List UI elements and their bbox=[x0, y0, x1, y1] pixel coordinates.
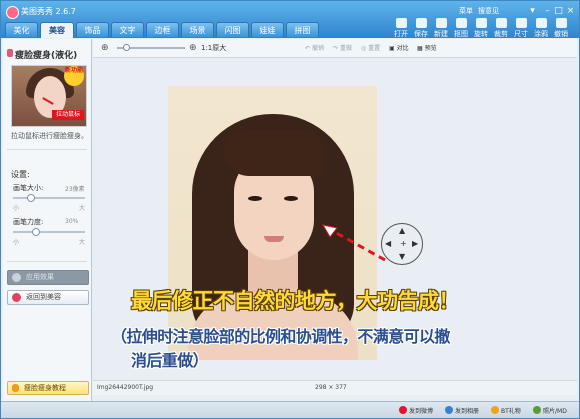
photo-icon bbox=[533, 406, 541, 414]
resize-tool[interactable]: 尺寸 bbox=[511, 18, 531, 39]
folder-icon bbox=[395, 18, 407, 28]
bt-gift-link[interactable]: BT礼物 bbox=[491, 406, 521, 415]
tutorial-subhead-line2: 消后重做） bbox=[131, 351, 209, 370]
back-to-beauty-button[interactable]: 返回到美容 bbox=[7, 290, 89, 305]
redo-button[interactable]: ↷ 重做 bbox=[333, 43, 352, 52]
close-icon[interactable]: × bbox=[564, 5, 577, 17]
brush-strength-slider[interactable] bbox=[13, 228, 85, 236]
share-album-link[interactable]: 发到相册 bbox=[445, 406, 479, 415]
tutorial-button[interactable]: 瘦脸瘦身教程 bbox=[7, 381, 89, 395]
menu-link[interactable]: 菜单 bbox=[459, 6, 473, 16]
title-bar: 美图秀秀 2.6.7 菜单 搜意见 ▾ – □ × 美化 美容 饰品 文字 边框… bbox=[1, 1, 579, 38]
open-tool[interactable]: 打开 bbox=[391, 18, 411, 39]
move-cursor-icon: ▲ ▼ ◀ ▶ + bbox=[381, 223, 423, 265]
album-icon bbox=[445, 406, 453, 414]
brush-strength-min: 小 bbox=[13, 239, 20, 246]
save-icon bbox=[415, 18, 427, 28]
tab-dolls[interactable]: 娃娃 bbox=[251, 22, 284, 37]
brush-size-max: 大 bbox=[79, 205, 86, 212]
gift-icon bbox=[491, 406, 499, 414]
skin-icon[interactable]: ▾ bbox=[526, 5, 539, 17]
canvas-toolbar: ⊕ ⊕ 1:1原大 ↶ 撤销 ↷ 重做 ◎ 重置 ▣ 对比 ▦ 预览 bbox=[93, 39, 577, 58]
back-icon bbox=[12, 293, 21, 302]
undo-tool[interactable]: 撤销 bbox=[551, 18, 571, 39]
reset-button[interactable]: ◎ 重置 bbox=[361, 43, 380, 52]
zoom-in-icon[interactable]: ⊕ bbox=[189, 43, 197, 53]
preview-thumbnail: 新功能 拉动鼠标 bbox=[11, 65, 87, 127]
new-icon bbox=[435, 18, 447, 28]
doodle-tool[interactable]: 涂鸦 bbox=[531, 18, 551, 39]
tab-collage[interactable]: 拼图 bbox=[286, 22, 319, 37]
image-info-bar: Img26442900T.jpg 298 × 377 bbox=[93, 380, 577, 395]
zoom-level[interactable]: 1:1原大 bbox=[201, 43, 226, 53]
file-name: Img26442900T.jpg bbox=[97, 384, 154, 391]
brush-strength-max: 大 bbox=[79, 239, 86, 246]
cutout-icon bbox=[455, 18, 467, 28]
apply-effect-button[interactable]: 应用效果 bbox=[7, 270, 89, 285]
tab-beautify[interactable]: 美化 bbox=[5, 22, 38, 37]
brush-size-knob[interactable] bbox=[27, 194, 35, 202]
cutout-tool[interactable]: 抠图 bbox=[451, 18, 471, 39]
photo-md-link[interactable]: 照片/MD bbox=[533, 406, 567, 415]
crop-icon bbox=[495, 18, 507, 28]
zoom-knob[interactable] bbox=[123, 44, 130, 51]
brush-icon bbox=[535, 18, 547, 28]
brush-strength-value: 30% bbox=[65, 218, 79, 225]
brush-size-min: 小 bbox=[13, 205, 20, 212]
feedback-link[interactable]: 搜意见 bbox=[478, 6, 499, 16]
lightbulb-icon bbox=[12, 384, 19, 392]
brush-strength-knob[interactable] bbox=[32, 228, 40, 236]
status-bar: 发到微博 发到相册 BT礼物 照片/MD bbox=[1, 401, 579, 418]
rotate-tool[interactable]: 旋转 bbox=[471, 18, 491, 39]
apply-icon bbox=[12, 273, 21, 282]
app-title: 美图秀秀 2.6.7 bbox=[21, 7, 76, 16]
image-dimensions: 298 × 377 bbox=[315, 384, 347, 391]
undo-button[interactable]: ↶ 撤销 bbox=[305, 43, 324, 52]
ruler-icon bbox=[515, 18, 527, 28]
tab-flash[interactable]: 闪图 bbox=[216, 22, 249, 37]
divider bbox=[7, 261, 87, 262]
brush-strength-label: 画笔力度: bbox=[13, 218, 44, 226]
panel-hint: 拉动鼠标进行瘦脸瘦身。 bbox=[11, 132, 88, 140]
zoom-slider[interactable] bbox=[117, 44, 185, 51]
undo-icon bbox=[555, 18, 567, 28]
weibo-icon bbox=[399, 406, 407, 414]
drag-mouse-label: 拉动鼠标 bbox=[52, 110, 84, 120]
tab-accessories[interactable]: 饰品 bbox=[76, 22, 109, 37]
new-feature-badge: 新功能 bbox=[64, 66, 84, 86]
rotate-icon bbox=[475, 18, 487, 28]
tab-frames[interactable]: 边框 bbox=[146, 22, 179, 37]
tab-text[interactable]: 文字 bbox=[111, 22, 144, 37]
panel-title: 瘦脸瘦身(液化) bbox=[15, 51, 78, 61]
compare-button[interactable]: ▣ 对比 bbox=[389, 43, 409, 52]
preview-button[interactable]: ▦ 预览 bbox=[417, 43, 437, 52]
tab-beauty[interactable]: 美容 bbox=[40, 22, 74, 38]
app-window: 美图秀秀 2.6.7 菜单 搜意见 ▾ – □ × 美化 美容 饰品 文字 边框… bbox=[0, 0, 580, 419]
new-tool[interactable]: 新建 bbox=[431, 18, 451, 39]
share-weibo-link[interactable]: 发到微博 bbox=[399, 406, 433, 415]
settings-title: 设置: bbox=[11, 170, 30, 179]
crop-tool[interactable]: 裁剪 bbox=[491, 18, 511, 39]
brush-size-slider[interactable] bbox=[13, 194, 85, 202]
zoom-icon[interactable]: ⊕ bbox=[101, 43, 109, 53]
divider bbox=[7, 149, 87, 150]
app-logo-icon bbox=[6, 6, 19, 19]
tab-scenes[interactable]: 场景 bbox=[181, 22, 214, 37]
left-panel: 瘦脸瘦身(液化) 新功能 拉动鼠标 拉动鼠标进行瘦脸瘦身。 设置: 画笔大小: … bbox=[3, 39, 92, 416]
brush-size-label: 画笔大小: bbox=[13, 184, 44, 192]
tutorial-headline: 最后修正不自然的地方，大功告成！ bbox=[131, 289, 460, 313]
save-tool[interactable]: 保存 bbox=[411, 18, 431, 39]
face-slim-icon bbox=[7, 49, 13, 57]
tutorial-subhead-line1: （拉伸时注意脸部的比例和协调性，不满意可以撤 bbox=[111, 327, 450, 346]
brush-size-value: 23像素 bbox=[65, 186, 85, 193]
direction-arrow-icon bbox=[321, 224, 386, 262]
